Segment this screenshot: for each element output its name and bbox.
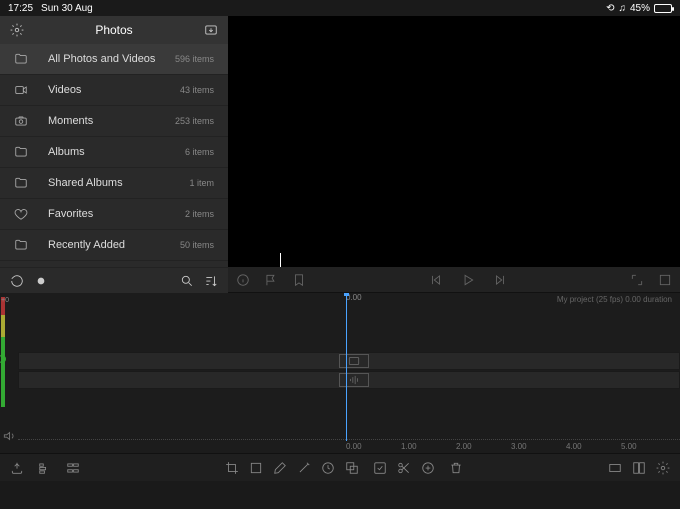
audio-placeholder-icon[interactable]	[339, 373, 369, 387]
sidebar-item-recently-added[interactable]: Recently Added50 items	[0, 230, 228, 261]
sidebar-item-label: Recently Added	[48, 239, 180, 251]
record-icon[interactable]	[34, 274, 48, 288]
status-bar: 17:25 Sun 30 Aug ⟲ ♫ 45%	[0, 0, 680, 16]
sidebar-item-count: 6 items	[185, 147, 214, 157]
sidebar-item-count: 596 items	[175, 54, 214, 64]
time-ruler[interactable]: 0.00 1.00 2.00 3.00 4.00 5.00	[18, 439, 680, 453]
level-label: +0	[1, 297, 9, 304]
overlay-icon[interactable]	[345, 461, 359, 475]
brush-icon[interactable]	[273, 461, 287, 475]
layout-icon[interactable]	[632, 461, 646, 475]
tracks	[18, 307, 680, 390]
sidebar-item-label: Favorites	[48, 208, 185, 220]
headphones-icon: ♫	[618, 3, 626, 14]
import-icon[interactable]	[204, 23, 218, 37]
sidebar-item-moments[interactable]: Moments253 items	[0, 106, 228, 137]
project-info: My project (25 fps) 0.00 duration	[557, 295, 672, 304]
frame-icon[interactable]	[249, 461, 263, 475]
fullscreen-icon[interactable]	[658, 273, 672, 287]
cut-icon[interactable]	[397, 461, 411, 475]
info-icon[interactable]	[236, 273, 250, 287]
bottom-toolbar	[0, 453, 680, 481]
crop-icon[interactable]	[225, 461, 239, 475]
playhead[interactable]	[346, 293, 347, 441]
ruler-tick: 1.00	[401, 442, 417, 451]
check-icon[interactable]	[373, 461, 387, 475]
sidebar-item-count: 43 items	[180, 85, 214, 95]
sidebar-item-label: Moments	[48, 115, 175, 127]
timeline-view-icon[interactable]	[38, 461, 52, 475]
preview-pane	[228, 16, 680, 293]
folder-icon	[14, 176, 30, 190]
search-icon[interactable]	[180, 274, 194, 288]
heart-icon	[14, 207, 30, 221]
speed-icon[interactable]	[321, 461, 335, 475]
prev-frame-icon[interactable]	[429, 273, 443, 287]
folder-icon	[14, 238, 30, 252]
sidebar-item-all-photos-and-videos[interactable]: All Photos and Videos596 items	[0, 44, 228, 75]
battery-percent: 45%	[630, 3, 650, 14]
settings-icon[interactable]	[656, 461, 670, 475]
sidebar-item-label: All Photos and Videos	[48, 53, 175, 65]
status-date: Sun 30 Aug	[41, 3, 93, 14]
ruler-tick: 3.00	[511, 442, 527, 451]
ruler-tick: 0.00	[346, 442, 362, 451]
volume-icon[interactable]	[2, 429, 16, 443]
orientation-lock-icon: ⟲	[606, 3, 614, 14]
sort-icon[interactable]	[204, 274, 218, 288]
sidebar-item-shared-albums[interactable]: Shared Albums1 item	[0, 168, 228, 199]
level-marker-icon	[0, 355, 6, 363]
status-time: 17:25	[8, 3, 33, 14]
video-placeholder-icon[interactable]	[339, 354, 369, 368]
ruler-tick: 2.00	[456, 442, 472, 451]
preview-playhead-icon	[280, 253, 281, 267]
audio-track[interactable]	[18, 371, 680, 389]
timeline[interactable]: 0.00 My project (25 fps) 0.00 duration +…	[0, 293, 680, 453]
ruler-tick: 5.00	[621, 442, 637, 451]
ruler-tick: 4.00	[566, 442, 582, 451]
refresh-icon[interactable]	[10, 274, 24, 288]
play-icon[interactable]	[461, 273, 475, 287]
sidebar-item-label: Albums	[48, 146, 185, 158]
flag-icon[interactable]	[264, 273, 278, 287]
next-frame-icon[interactable]	[493, 273, 507, 287]
audio-levels: +0	[0, 297, 6, 435]
video-track[interactable]	[18, 352, 680, 370]
sidebar-item-albums[interactable]: Albums6 items	[0, 137, 228, 168]
media-sidebar: Photos All Photos and Videos596 itemsVid…	[0, 16, 228, 293]
sidebar-item-label: Shared Albums	[48, 177, 189, 189]
sidebar-item-favorites[interactable]: Favorites2 items	[0, 199, 228, 230]
sidebar-item-label: Videos	[48, 84, 180, 96]
sidebar-list: All Photos and Videos596 itemsVideos43 i…	[0, 44, 228, 267]
folder-icon	[14, 145, 30, 159]
sidebar-footer	[0, 267, 228, 293]
tracks-view-icon[interactable]	[66, 461, 80, 475]
expand-icon[interactable]	[630, 273, 644, 287]
marker-icon[interactable]	[292, 273, 306, 287]
settings-gear-icon[interactable]	[10, 23, 24, 37]
sidebar-item-count: 253 items	[175, 116, 214, 126]
wand-icon[interactable]	[297, 461, 311, 475]
export-icon[interactable]	[10, 461, 24, 475]
video-icon	[14, 83, 30, 97]
folder-icon	[14, 52, 30, 66]
transport-bar	[228, 267, 680, 293]
sidebar-title: Photos	[24, 23, 204, 37]
sidebar-item-count: 1 item	[189, 178, 214, 188]
trash-icon[interactable]	[449, 461, 463, 475]
sidebar-item-count: 2 items	[185, 209, 214, 219]
aspect-icon[interactable]	[608, 461, 622, 475]
sidebar-item-count: 50 items	[180, 240, 214, 250]
moments-icon	[14, 114, 30, 128]
preview-canvas[interactable]	[228, 16, 680, 267]
sidebar-header: Photos	[0, 16, 228, 44]
battery-icon	[654, 4, 672, 13]
add-icon[interactable]	[421, 461, 435, 475]
sidebar-item-videos[interactable]: Videos43 items	[0, 75, 228, 106]
